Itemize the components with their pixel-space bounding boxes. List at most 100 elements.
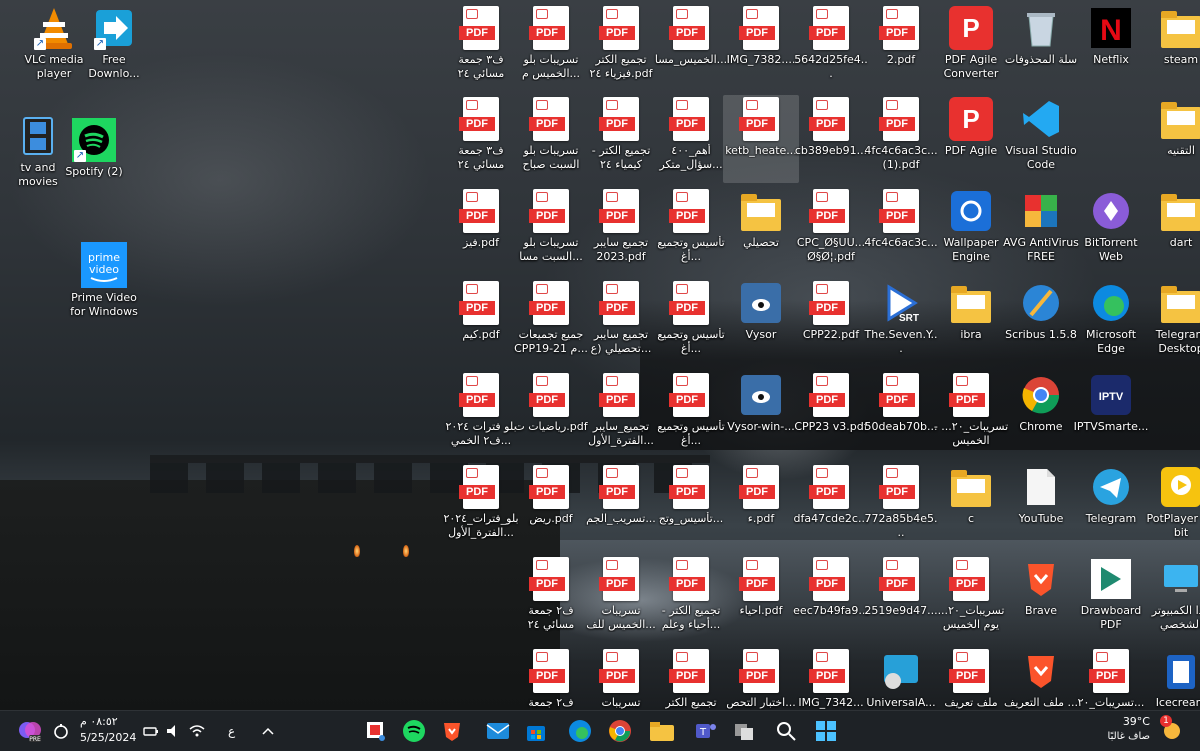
desktop-icon[interactable]: AVG AntiVirus FREE [1003, 187, 1079, 275]
desktop-icon[interactable]: PDF cb389eb91... [793, 95, 869, 183]
input-language[interactable]: ع [228, 724, 235, 738]
desktop-icon[interactable]: YouTube [1003, 463, 1079, 551]
desktop-icon[interactable]: Scribus 1.5.8 [1003, 279, 1079, 367]
desktop-icon[interactable]: PDF 2.pdf [863, 4, 939, 92]
store-icon[interactable] [520, 715, 552, 747]
desktop-icon[interactable]: PDF IMG_7382.... [723, 4, 799, 92]
desktop-icon[interactable]: PDF تسريبات_٢٠... يوم الخميس [933, 555, 1009, 643]
desktop-icon[interactable]: PDF 4fc4c6ac3c... [863, 187, 939, 275]
spotify-taskbar-icon[interactable] [398, 715, 430, 747]
desktop-icon[interactable]: Microsoft Edge [1073, 279, 1149, 367]
desktop-icon-spotify[interactable]: ↗ Spotify (2) [56, 116, 132, 204]
desktop-icon[interactable]: PDF CPC_Ø§UU... Ø§Ø¦.pdf [793, 187, 869, 275]
desktop-icon[interactable]: PDF تجميع_سايبر الفترة_الأول... [583, 371, 659, 459]
desktop-icon[interactable]: PDF رياضيات ت.pdf [513, 371, 589, 459]
desktop-icon[interactable]: P PDF Agile Converter [933, 4, 1009, 92]
desktop-icon[interactable]: PDF 5642d25fe4... [793, 4, 869, 92]
desktop-icon[interactable]: PDF تسريبات بلو السبت مسا... [513, 187, 589, 275]
desktop-icon[interactable]: PDF ف٢ جمعة مسائي ٢٤ [513, 555, 589, 643]
desktop-icon[interactable]: PDF تجميع الكتر - كيمياء ٢٤ [583, 95, 659, 183]
desktop-icon[interactable]: Chrome [1003, 371, 1079, 459]
start-button-icon[interactable] [810, 715, 842, 747]
desktop-icon[interactable]: Wallpaper Engine [933, 187, 1009, 275]
desktop-icon[interactable]: PDF 772a85b4e5... [863, 463, 939, 551]
desktop-icon[interactable]: PDF ف٣ جمعة مسائي ٢٤ [443, 95, 519, 183]
desktop-icon[interactable]: PDF بلو_فترات_٢٠٢٤ الفترة_الأول... [443, 463, 519, 551]
battery-icon[interactable] [140, 715, 162, 747]
desktop-icon[interactable]: PDF تأسيس_وتج... [653, 463, 729, 551]
desktop-icon[interactable]: Visual Studio Code [1003, 95, 1079, 183]
desktop-icon[interactable]: PDF 4fc4c6ac3c... (1).pdf [863, 95, 939, 183]
desktop-icon[interactable]: PDF CPP23 v3.pdf [793, 371, 869, 459]
alarm-icon[interactable] [50, 715, 72, 747]
desktop-icon[interactable]: Brave [1003, 555, 1079, 643]
task-view-icon[interactable] [728, 715, 760, 747]
desktop-icon[interactable]: PotPlayer 64 bit [1143, 463, 1200, 551]
desktop-icon[interactable]: PDF ريض.pdf [513, 463, 589, 551]
desktop-icon-free-download[interactable]: ↗ Free Downlo... [76, 4, 152, 92]
desktop-icon[interactable]: PDF تسريبات_٢٠... - الخميس [933, 371, 1009, 459]
desktop-icon[interactable]: Vysor-win-... [723, 371, 799, 459]
desktop-icon[interactable]: PDF أهم_٤٠٠ سؤال_متكر... [653, 95, 729, 183]
desktop-icon[interactable]: PDF بلو فترات ٢٠٢٤ ف٢ الخمي... [443, 371, 519, 459]
brave-taskbar-icon[interactable] [436, 715, 468, 747]
desktop-icon[interactable]: IPTV IPTVSmarte... [1073, 371, 1149, 459]
volume-icon[interactable] [163, 715, 183, 747]
chevron-up-icon[interactable] [256, 715, 280, 747]
desktop-icon[interactable]: PDF ء.pdf [723, 463, 799, 551]
desktop-icon[interactable]: PDF dfa47cde2c... [793, 463, 869, 551]
desktop-icon[interactable]: PDF تجميع الكتر - أحياء وعلم... [653, 555, 729, 643]
desktop-icon[interactable]: PDF 2519e9d47... [863, 555, 939, 643]
desktop-icon[interactable]: N Netflix [1073, 4, 1149, 92]
edge-taskbar-icon[interactable] [564, 715, 596, 747]
desktop-icon[interactable]: dart [1143, 187, 1200, 275]
desktop-icon[interactable]: PDF كيم.pdf [443, 279, 519, 367]
desktop-icon[interactable]: PDF فيز.pdf [443, 187, 519, 275]
desktop-icon[interactable]: PDF احياء.pdf [723, 555, 799, 643]
desktop-icon[interactable]: PDF تسريبات بلو الخميس م... [513, 4, 589, 92]
desktop-icon[interactable]: BitTorrent Web [1073, 187, 1149, 275]
desktop-icon[interactable]: PDF CPP22.pdf [793, 279, 869, 367]
desktop-icon[interactable]: سلة المحذوفات [1003, 4, 1079, 92]
desktop-icon[interactable]: PDF تجميع الكتر فيزياء ٢٤.pdf [583, 4, 659, 92]
desktop-icon[interactable]: هذا الكمبيوتر الشخصي [1143, 555, 1200, 643]
desktop-icon[interactable]: SRT The.Seven.Y... [863, 279, 939, 367]
desktop-icon[interactable]: Vysor [723, 279, 799, 367]
desktop-icon[interactable]: تحصيلي [723, 187, 799, 275]
search-icon[interactable] [770, 715, 802, 747]
desktop-icon[interactable]: PDF ketb_heate... [723, 95, 799, 183]
desktop-icon[interactable]: ibra [933, 279, 1009, 367]
desktop-icon[interactable]: PDF تأسيس وتجميع أغ... [653, 187, 729, 275]
clock-date[interactable]: 5/25/2024 [80, 731, 136, 745]
desktop-icon[interactable]: PDF eec7b49fa9... [793, 555, 869, 643]
weather-temperature[interactable]: 39°C [1100, 715, 1150, 729]
desktop-icon[interactable]: PDF تجميع سايبر تحصيلي (ع... [583, 279, 659, 367]
desktop-icon[interactable]: PDF 50deab70b... [863, 371, 939, 459]
desktop-icon[interactable]: PDF جميع تجميعات CPP19-21 م... [513, 279, 589, 367]
chrome-taskbar-icon[interactable] [604, 715, 636, 747]
mail-icon[interactable] [482, 715, 514, 747]
desktop-icon[interactable]: steam [1143, 4, 1200, 92]
desktop-icon[interactable]: Drawboard PDF [1073, 555, 1149, 643]
desktop-icon[interactable]: PDF ف٣ جمعة مسائي ٢٤ [443, 4, 519, 92]
desktop-icon[interactable]: PDF الخميس_مسا... [653, 4, 729, 92]
desktop-icon[interactable]: التقنيه [1143, 95, 1200, 183]
snipping-tool-icon[interactable] [360, 715, 392, 747]
desktop-icon[interactable]: Telegram [1073, 463, 1149, 551]
desktop-icon-prime-video[interactable]: prime video Prime Video for Windows [66, 240, 142, 328]
desktop-icon[interactable]: PDF تأسيس وتجميع أغ... [653, 279, 729, 367]
desktop-icon[interactable]: PDF تسريب_الجم... [583, 463, 659, 551]
desktop-icon[interactable]: PDF تسريبات بلو السبت صباح [513, 95, 589, 183]
copilot-icon[interactable]: PRE [14, 715, 46, 747]
desktop-icon[interactable]: Telegram Desktop [1143, 279, 1200, 367]
desktop-icon[interactable]: PDF تسريبات الخميس للف... [583, 555, 659, 643]
desktop-icon[interactable]: c [933, 463, 1009, 551]
desktop-icon[interactable]: PDF تأسيس وتجميع أغ... [653, 371, 729, 459]
wifi-icon[interactable] [186, 715, 208, 747]
clock-time[interactable]: ٠٨:٥٢ م [80, 715, 140, 729]
file-explorer-icon[interactable] [646, 715, 678, 747]
teams-icon[interactable]: T [690, 715, 722, 747]
desktop-icon[interactable]: P PDF Agile [933, 95, 1009, 183]
desktop-icon[interactable]: PDF تجميع سايبر 2023.pdf [583, 187, 659, 275]
weather-description[interactable]: صاف غالبًا [1092, 730, 1150, 744]
